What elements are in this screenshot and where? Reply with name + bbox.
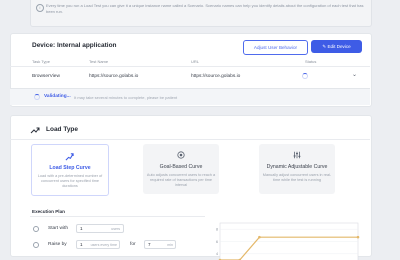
option-desc: Auto adjusts concurrent users to reach a…	[146, 173, 216, 187]
execution-plan-divider	[30, 216, 205, 217]
load-type-divider	[10, 139, 370, 140]
header-test-name: Test Name	[89, 59, 109, 64]
start-users-unit: users	[111, 227, 120, 231]
start-users-input[interactable]: 1 users	[76, 224, 124, 233]
expand-chevron-icon[interactable]: ⌄	[352, 71, 357, 78]
for-label: for	[130, 242, 136, 247]
option-goal-based-curve[interactable]: Goal-Based Curve Auto adjusts concurrent…	[143, 144, 219, 194]
edit-device-label: Edit Device	[327, 44, 351, 49]
duration-value: 7	[148, 242, 151, 247]
load-type-title: Load Type	[46, 126, 79, 133]
raise-by-label: Raise by	[48, 242, 67, 247]
raise-users-value: 1	[80, 242, 83, 247]
raise-by-radio[interactable]	[33, 242, 39, 248]
device-title-prefix: Device:	[32, 42, 56, 49]
start-with-radio[interactable]	[33, 226, 39, 232]
validating-label: Validating...	[44, 94, 71, 99]
option-name: Goal-Based Curve	[159, 164, 203, 170]
duration-unit: min	[167, 243, 173, 247]
cell-test-name: https://source.golabs.io	[89, 74, 139, 79]
start-with-label: Start with	[48, 226, 68, 231]
validating-spinner-icon	[34, 94, 40, 100]
adjust-icon	[293, 151, 301, 159]
raise-users-input[interactable]: 1 users every time	[76, 240, 120, 249]
cell-url: https://source.golabs.io	[191, 74, 241, 79]
option-desc: Manually adjust concurrent users in real…	[262, 173, 332, 182]
y-tick-label: 8	[216, 227, 218, 231]
validating-note: It may take several minutes to complete,…	[74, 95, 178, 100]
option-desc: Load with a pre-determined number of con…	[37, 174, 103, 188]
raise-users-unit: users every time	[90, 243, 117, 247]
target-icon	[177, 151, 185, 159]
step-curve-icon	[65, 153, 74, 161]
header-status: Status	[305, 59, 317, 64]
edit-device-button[interactable]: ✎ Edit Device	[311, 40, 362, 53]
load-curve-chart: 8 6 4	[216, 222, 360, 260]
load-curve-point	[356, 235, 360, 239]
option-dynamic-adjustable-curve[interactable]: Dynamic Adjustable Curve Manually adjust…	[259, 144, 335, 194]
info-text: Every time you run a Load Test you can g…	[46, 3, 364, 14]
y-tick-label: 6	[216, 240, 218, 244]
load-type-icon	[30, 127, 40, 134]
y-tick-label: 4	[216, 252, 218, 256]
header-task-type: Task Type	[32, 59, 50, 64]
load-curve-point	[258, 235, 261, 239]
status-spinner-icon	[302, 73, 308, 79]
option-load-step-curve[interactable]: Load Step Curve Load with a pre-determin…	[31, 144, 109, 196]
cell-task-type: BrowserView	[32, 74, 60, 79]
option-name: Dynamic Adjustable Curve	[266, 164, 328, 170]
info-icon: i	[36, 4, 44, 12]
header-url: URL	[191, 59, 200, 64]
device-title: Device: Internal application	[32, 42, 117, 49]
table-divider	[10, 66, 370, 67]
start-users-value: 1	[80, 226, 83, 231]
option-name: Load Step Curve	[49, 165, 91, 171]
execution-plan-title: Execution Plan	[32, 209, 65, 214]
device-title-name: Internal application	[56, 42, 117, 49]
duration-input[interactable]: 7 min	[144, 240, 176, 249]
adjust-user-behavior-button[interactable]: Adjust User Behavior	[243, 40, 308, 55]
